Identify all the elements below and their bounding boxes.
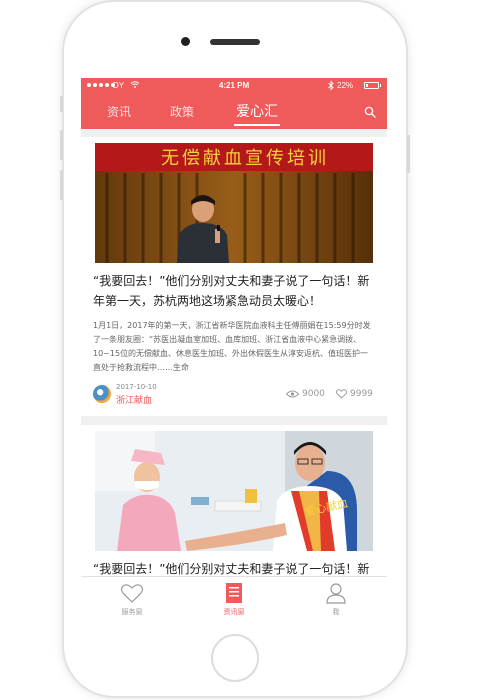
article-excerpt: 1月1日，2017年的第一天，浙江省新华医院血液科主任傅丽娟在15:59分时发了… xyxy=(93,321,371,372)
article-title[interactable]: “我要回去！”他们分别对丈夫和妻子说了一句话！新年第一天，苏杭两地这场紧急动员太… xyxy=(93,559,377,576)
article-image: 无偿献血宣传培训 xyxy=(95,143,373,263)
article-image: 爱心献血 xyxy=(95,431,373,551)
front-camera xyxy=(181,37,190,46)
app-screen: DY 4:21 PM 22% 资讯 政策 爱心汇 无偿献血宣传培训 “我要回去！… xyxy=(81,78,387,621)
bottom-nav: 服务窗 资讯窗 我 xyxy=(81,576,387,621)
bluetooth-icon xyxy=(328,80,334,91)
user-icon xyxy=(326,583,346,604)
nav-label: 我 xyxy=(332,608,340,616)
nav-service-window[interactable]: 服务窗 xyxy=(81,577,183,621)
article-card[interactable]: 爱心献血 “我要回去！”他们分别对丈夫和妻子说了一句话！新年第一天，苏杭两地这场… xyxy=(81,425,387,576)
eye-icon xyxy=(286,390,299,398)
earpiece-speaker xyxy=(210,39,260,45)
article-title[interactable]: “我要回去！”他们分别对丈夫和妻子说了一句话！新年第一天，苏杭两地这场紧急动员太… xyxy=(93,271,377,311)
view-count-value: 9000 xyxy=(302,389,325,399)
heart-icon xyxy=(336,389,347,399)
power-button xyxy=(407,135,410,173)
tab-news[interactable]: 资讯 xyxy=(107,103,131,120)
tab-love-hub[interactable]: 爱心汇 xyxy=(234,101,280,126)
article-date: 2017-10-10 xyxy=(116,383,157,391)
nav-label: 资讯窗 xyxy=(223,608,245,616)
volume-up-button xyxy=(60,130,63,160)
status-bar: DY 4:21 PM 22% xyxy=(81,78,387,95)
home-button[interactable] xyxy=(211,634,259,682)
like-count-value: 9999 xyxy=(350,389,373,399)
nav-me[interactable]: 我 xyxy=(285,577,387,621)
view-count: 9000 xyxy=(286,389,325,399)
mute-switch xyxy=(60,96,63,112)
volume-down-button xyxy=(60,170,63,200)
heart-icon xyxy=(120,584,144,603)
article-card[interactable]: 无偿献血宣传培训 “我要回去！”他们分别对丈夫和妻子说了一句话！新年第一天，苏杭… xyxy=(81,137,387,416)
header-tabs: 资讯 政策 爱心汇 xyxy=(81,95,387,129)
tab-policy[interactable]: 政策 xyxy=(170,103,194,120)
document-icon xyxy=(226,583,242,603)
article-source[interactable]: 浙江献血 xyxy=(116,393,152,406)
banner-text: 无偿献血宣传培训 xyxy=(161,148,329,169)
source-avatar xyxy=(93,385,111,403)
like-count[interactable]: 9999 xyxy=(336,389,373,399)
search-icon[interactable] xyxy=(364,106,376,118)
article-feed: 无偿献血宣传培训 “我要回去！”他们分别对丈夫和妻子说了一句话！新年第一天，苏杭… xyxy=(81,129,387,576)
app-header: DY 4:21 PM 22% 资讯 政策 爱心汇 xyxy=(81,78,387,129)
battery-percent: 22% xyxy=(337,81,354,90)
battery-icon xyxy=(364,82,381,89)
nav-label: 服务窗 xyxy=(121,608,143,616)
nav-news-window[interactable]: 资讯窗 xyxy=(183,577,285,621)
